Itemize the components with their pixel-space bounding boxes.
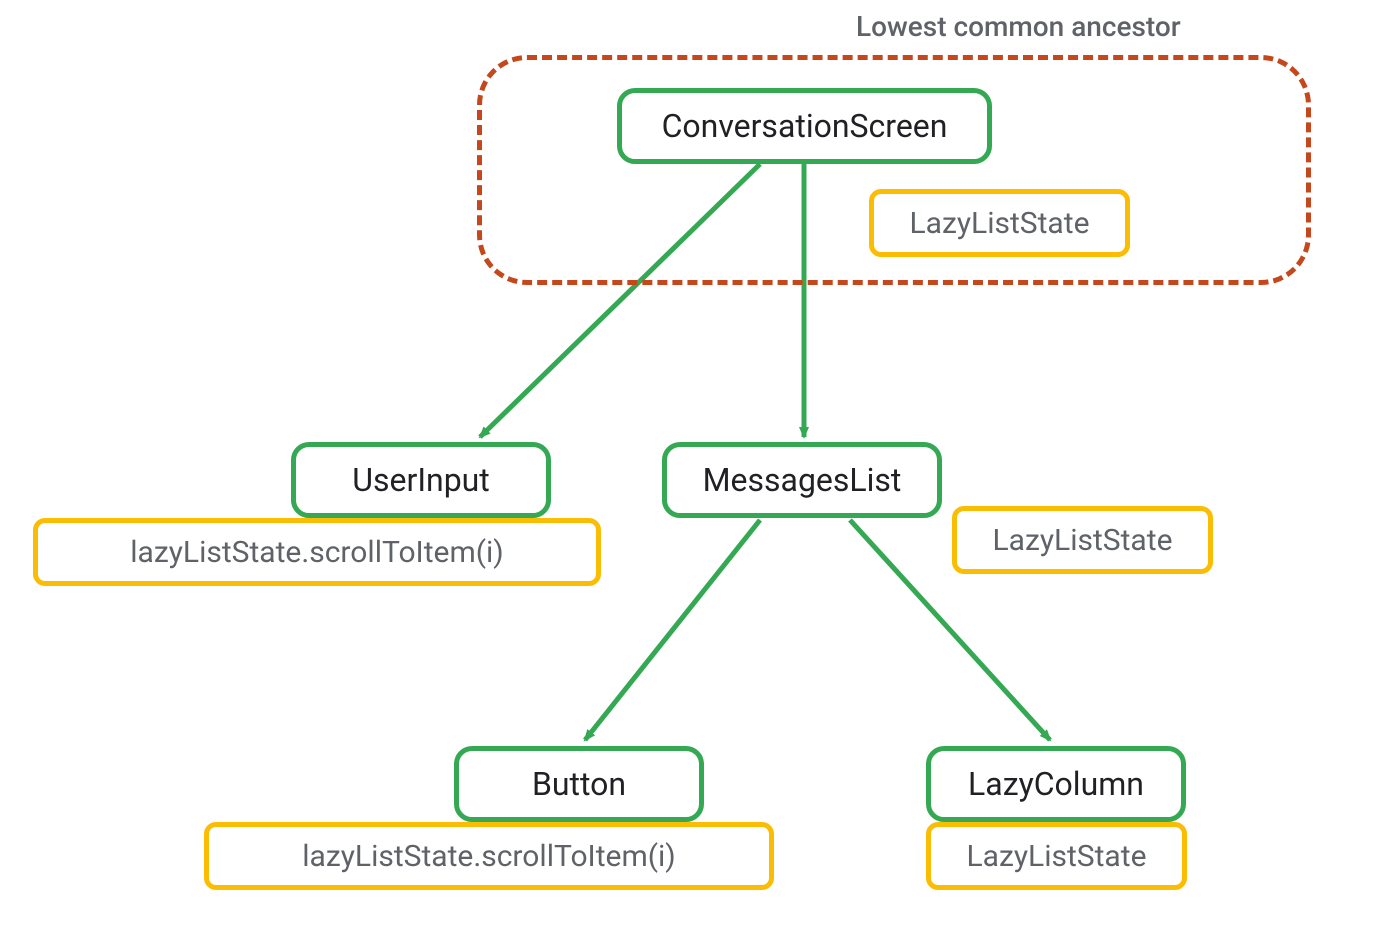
node-lazy-column: LazyColumn <box>926 746 1186 822</box>
node-label: MessagesList <box>703 461 902 499</box>
node-label: UserInput <box>352 461 490 499</box>
annotation-label: lazyListState.scrollToItem(i) <box>302 839 676 874</box>
node-label: ConversationScreen <box>662 107 948 145</box>
annotation-label: LazyListState <box>993 523 1173 558</box>
annotation-label: LazyListState <box>967 839 1147 874</box>
annotation-label: LazyListState <box>910 206 1090 241</box>
node-messages-list: MessagesList <box>662 442 942 518</box>
annotation-lazycolumn-detail: LazyListState <box>926 822 1187 890</box>
node-user-input: UserInput <box>291 442 551 518</box>
caption-text: Lowest common ancestor <box>856 10 1181 43</box>
annotation-messageslist-detail: LazyListState <box>952 506 1213 574</box>
node-conversation-screen: ConversationScreen <box>617 88 992 164</box>
annotation-label: lazyListState.scrollToItem(i) <box>130 535 504 570</box>
node-button: Button <box>454 746 704 822</box>
annotation-button-detail: lazyListState.scrollToItem(i) <box>204 822 774 890</box>
node-label: LazyColumn <box>968 765 1144 803</box>
annotation-userinput-detail: lazyListState.scrollToItem(i) <box>33 518 601 586</box>
node-label: Button <box>532 765 626 803</box>
annotation-lazyliststate-top: LazyListState <box>869 189 1130 257</box>
